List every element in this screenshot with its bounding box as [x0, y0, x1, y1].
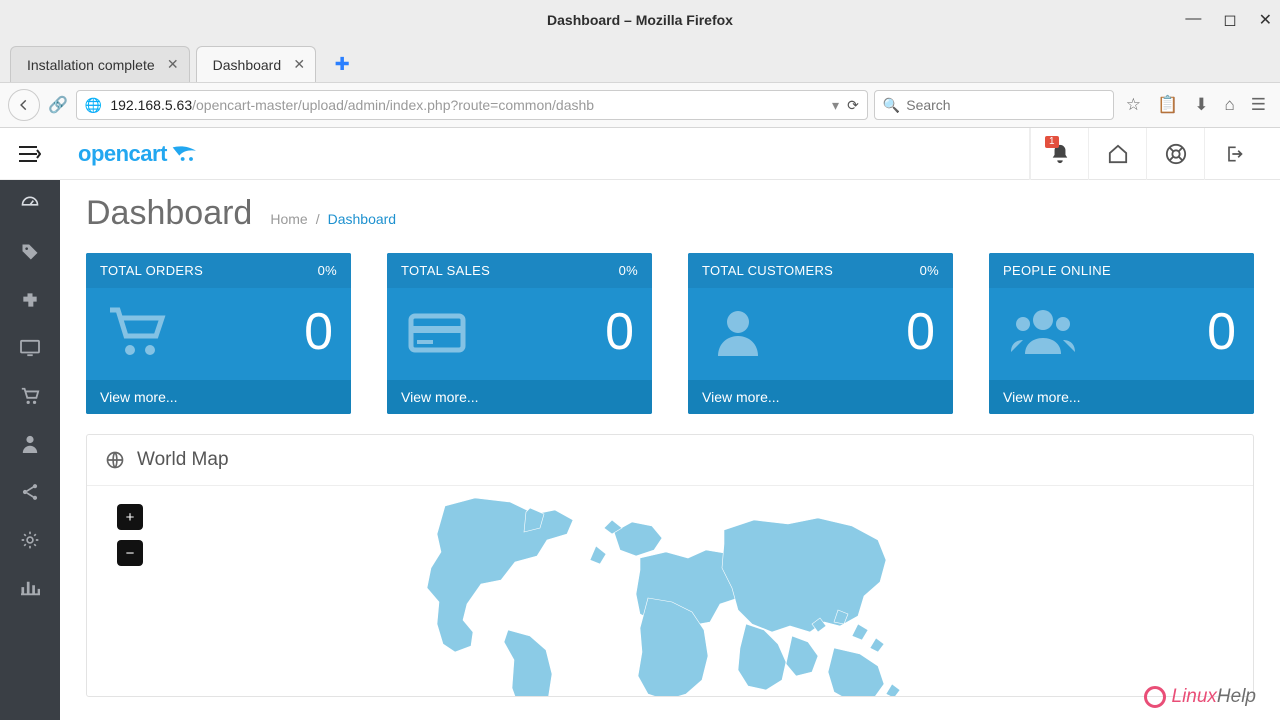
tag-icon [20, 242, 40, 262]
clipboard-icon[interactable]: 📋 [1157, 95, 1178, 115]
dashboard-icon [20, 194, 40, 214]
browser-tab[interactable]: Installation complete ✕ [10, 46, 190, 82]
cart-icon [19, 386, 41, 406]
breadcrumb-home[interactable]: Home [270, 211, 307, 227]
url-text: 192.168.5.63/opencart-master/upload/admi… [110, 97, 824, 113]
tile-percent: 0% [619, 263, 638, 278]
notification-badge: 1 [1045, 136, 1059, 148]
stat-tile: TOTAL SALES 0% 0 View more... [387, 253, 652, 414]
puzzle-icon [20, 290, 40, 310]
sidebar-item-sales[interactable] [0, 372, 60, 420]
stat-tile: TOTAL CUSTOMERS 0% 0 View more... [688, 253, 953, 414]
tile-label: PEOPLE ONLINE [1003, 263, 1111, 278]
stat-tile: TOTAL ORDERS 0% 0 View more... [86, 253, 351, 414]
window-titlebar: Dashboard – Mozilla Firefox — ◻ ✕ [0, 0, 1280, 40]
sidebar-item-catalog[interactable] [0, 228, 60, 276]
tile-percent: 0% [920, 263, 939, 278]
tile-icon [104, 304, 168, 360]
browser-toolbar: 🔗 🌐 192.168.5.63/opencart-master/upload/… [0, 82, 1280, 128]
tab-close-icon[interactable]: ✕ [293, 56, 305, 73]
logout-button[interactable] [1204, 128, 1262, 180]
tile-label: TOTAL SALES [401, 263, 490, 278]
window-close-button[interactable]: ✕ [1259, 10, 1272, 30]
sidebar-item-extensions[interactable] [0, 276, 60, 324]
map-zoom-out-button[interactable]: − [117, 540, 143, 566]
browser-tab-strip: Installation complete ✕ Dashboard ✕ ✚ [0, 40, 1280, 82]
search-placeholder: Search [906, 97, 950, 113]
sidebar-item-reports[interactable] [0, 564, 60, 612]
tab-label: Installation complete [27, 57, 155, 73]
downloads-icon[interactable]: ⬇ [1194, 95, 1208, 115]
admin-topbar: opencart 1 [60, 128, 1280, 180]
tile-value: 0 [906, 306, 935, 358]
globe-icon: 🌐 [85, 97, 102, 114]
sidebar-item-dashboard[interactable] [0, 180, 60, 228]
map-zoom-in-button[interactable]: + [117, 504, 143, 530]
home-icon[interactable]: ⌂ [1224, 95, 1234, 115]
share-icon [20, 482, 40, 502]
dropdown-icon[interactable]: ▾ [832, 97, 839, 114]
brand-logo[interactable]: opencart [78, 141, 201, 167]
tile-value: 0 [304, 306, 333, 358]
tile-view-more-link[interactable]: View more... [688, 380, 953, 414]
tile-value: 0 [1207, 306, 1236, 358]
browser-search-box[interactable]: 🔍 Search [874, 90, 1114, 120]
world-map-panel: World Map + − [86, 434, 1254, 697]
tile-view-more-link[interactable]: View more... [86, 380, 351, 414]
help-button[interactable] [1146, 128, 1204, 180]
breadcrumb-current[interactable]: Dashboard [328, 211, 397, 227]
tile-value: 0 [605, 306, 634, 358]
world-map[interactable] [390, 488, 950, 696]
arrow-left-icon [17, 98, 31, 112]
bar-chart-icon [20, 579, 40, 597]
menu-collapse-icon [19, 146, 41, 162]
user-icon [21, 434, 39, 454]
admin-sidebar [0, 128, 60, 720]
window-minimize-button[interactable]: — [1185, 10, 1201, 30]
lifering-icon [1165, 143, 1187, 165]
tab-label: Dashboard [213, 57, 282, 73]
breadcrumb: Home / Dashboard [270, 211, 396, 227]
tile-icon [405, 304, 469, 360]
bookmark-star-icon[interactable]: ☆ [1126, 95, 1141, 115]
tile-label: TOTAL CUSTOMERS [702, 263, 833, 278]
window-title: Dashboard – Mozilla Firefox [547, 12, 733, 28]
browser-back-button[interactable] [8, 89, 40, 121]
home-icon [1107, 144, 1129, 164]
monitor-icon [19, 339, 41, 357]
globe-icon [105, 450, 125, 470]
tile-percent: 0% [318, 263, 337, 278]
watermark-ring-icon [1144, 686, 1166, 708]
stat-tile: PEOPLE ONLINE 0 View more... [989, 253, 1254, 414]
tab-close-icon[interactable]: ✕ [167, 56, 179, 73]
notifications-button[interactable]: 1 [1030, 128, 1088, 180]
sidebar-item-customers[interactable] [0, 420, 60, 468]
url-bar[interactable]: 🌐 192.168.5.63/opencart-master/upload/ad… [76, 90, 868, 120]
panel-title: World Map [137, 449, 229, 471]
gear-icon [20, 530, 40, 550]
link-icon: 🔗 [46, 95, 70, 115]
brand-text: opencart [78, 141, 167, 167]
sidebar-item-marketing[interactable] [0, 468, 60, 516]
watermark: LinuxHelp [1144, 686, 1257, 708]
window-maximize-button[interactable]: ◻ [1223, 10, 1236, 30]
sidebar-toggle-button[interactable] [0, 128, 60, 180]
browser-tab[interactable]: Dashboard ✕ [196, 46, 317, 82]
tile-label: TOTAL ORDERS [100, 263, 203, 278]
tile-icon [706, 304, 770, 360]
tile-view-more-link[interactable]: View more... [989, 380, 1254, 414]
storefront-button[interactable] [1088, 128, 1146, 180]
page-title: Dashboard [86, 194, 252, 233]
sidebar-item-system[interactable] [0, 516, 60, 564]
new-tab-button[interactable]: ✚ [328, 50, 356, 78]
tile-icon [1007, 304, 1071, 360]
sidebar-item-design[interactable] [0, 324, 60, 372]
search-icon: 🔍 [883, 97, 900, 114]
reload-icon[interactable]: ⟳ [847, 97, 859, 114]
logout-icon [1224, 144, 1244, 164]
menu-icon[interactable]: ☰ [1251, 95, 1266, 115]
brand-cart-icon [171, 145, 201, 163]
tile-view-more-link[interactable]: View more... [387, 380, 652, 414]
